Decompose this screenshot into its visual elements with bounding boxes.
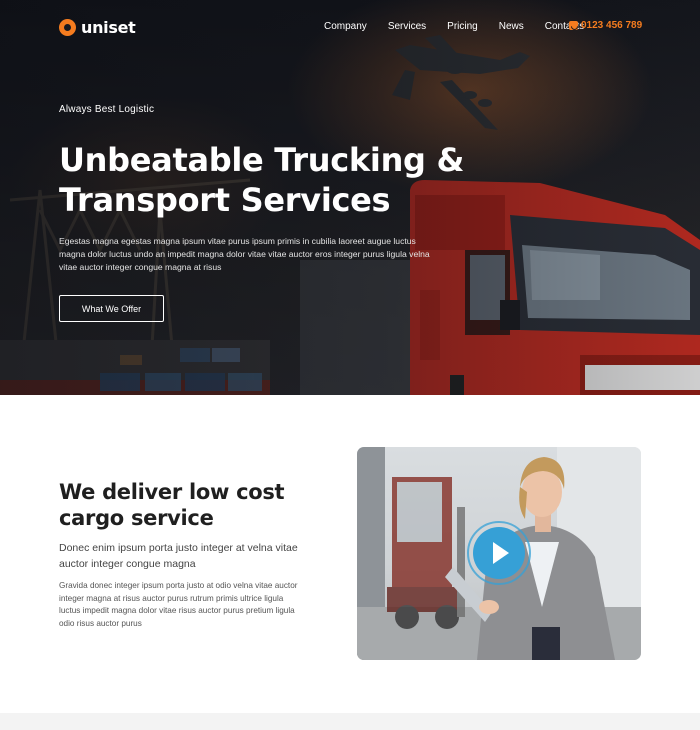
nav-link-services[interactable]: Services [388,21,426,33]
phone-number: 0123 456 789 [581,20,643,31]
brand-name: uniset [81,17,136,37]
main-menu: Company Services Pricing News Contacts [324,21,605,33]
feature-body: Gravida donec integer ipsum porta justo … [59,581,298,628]
feature-title: We deliver low cost cargo service [59,480,285,530]
hero-title-line-1: Unbeatable Trucking & [59,141,465,179]
play-video-button[interactable] [467,521,531,585]
hero-section: uniset Company Services Pricing News Con… [0,0,700,395]
logo-icon [59,18,76,36]
hero-eyebrow: Always Best Logistic [59,104,155,115]
what-we-offer-button[interactable]: What We Offer [59,295,164,322]
nav-link-news[interactable]: News [499,21,524,33]
brand-logo[interactable]: uniset [59,17,136,37]
play-icon [473,527,525,579]
phone-icon [569,21,578,30]
feature-lead: Donec enim ipsum porta justo integer at … [59,542,298,570]
hero-title-line-2: Transport Services [59,181,391,219]
next-section-band [0,713,700,730]
hero-title: Unbeatable Trucking & Transport Services [59,140,479,220]
top-navigation: uniset Company Services Pricing News Con… [0,0,700,55]
nav-link-company[interactable]: Company [324,21,367,33]
phone-link[interactable]: 0123 456 789 [569,20,642,31]
nav-link-pricing[interactable]: Pricing [447,21,478,33]
hero-description: Egestas magna egestas magna ipsum vitae … [59,236,430,272]
